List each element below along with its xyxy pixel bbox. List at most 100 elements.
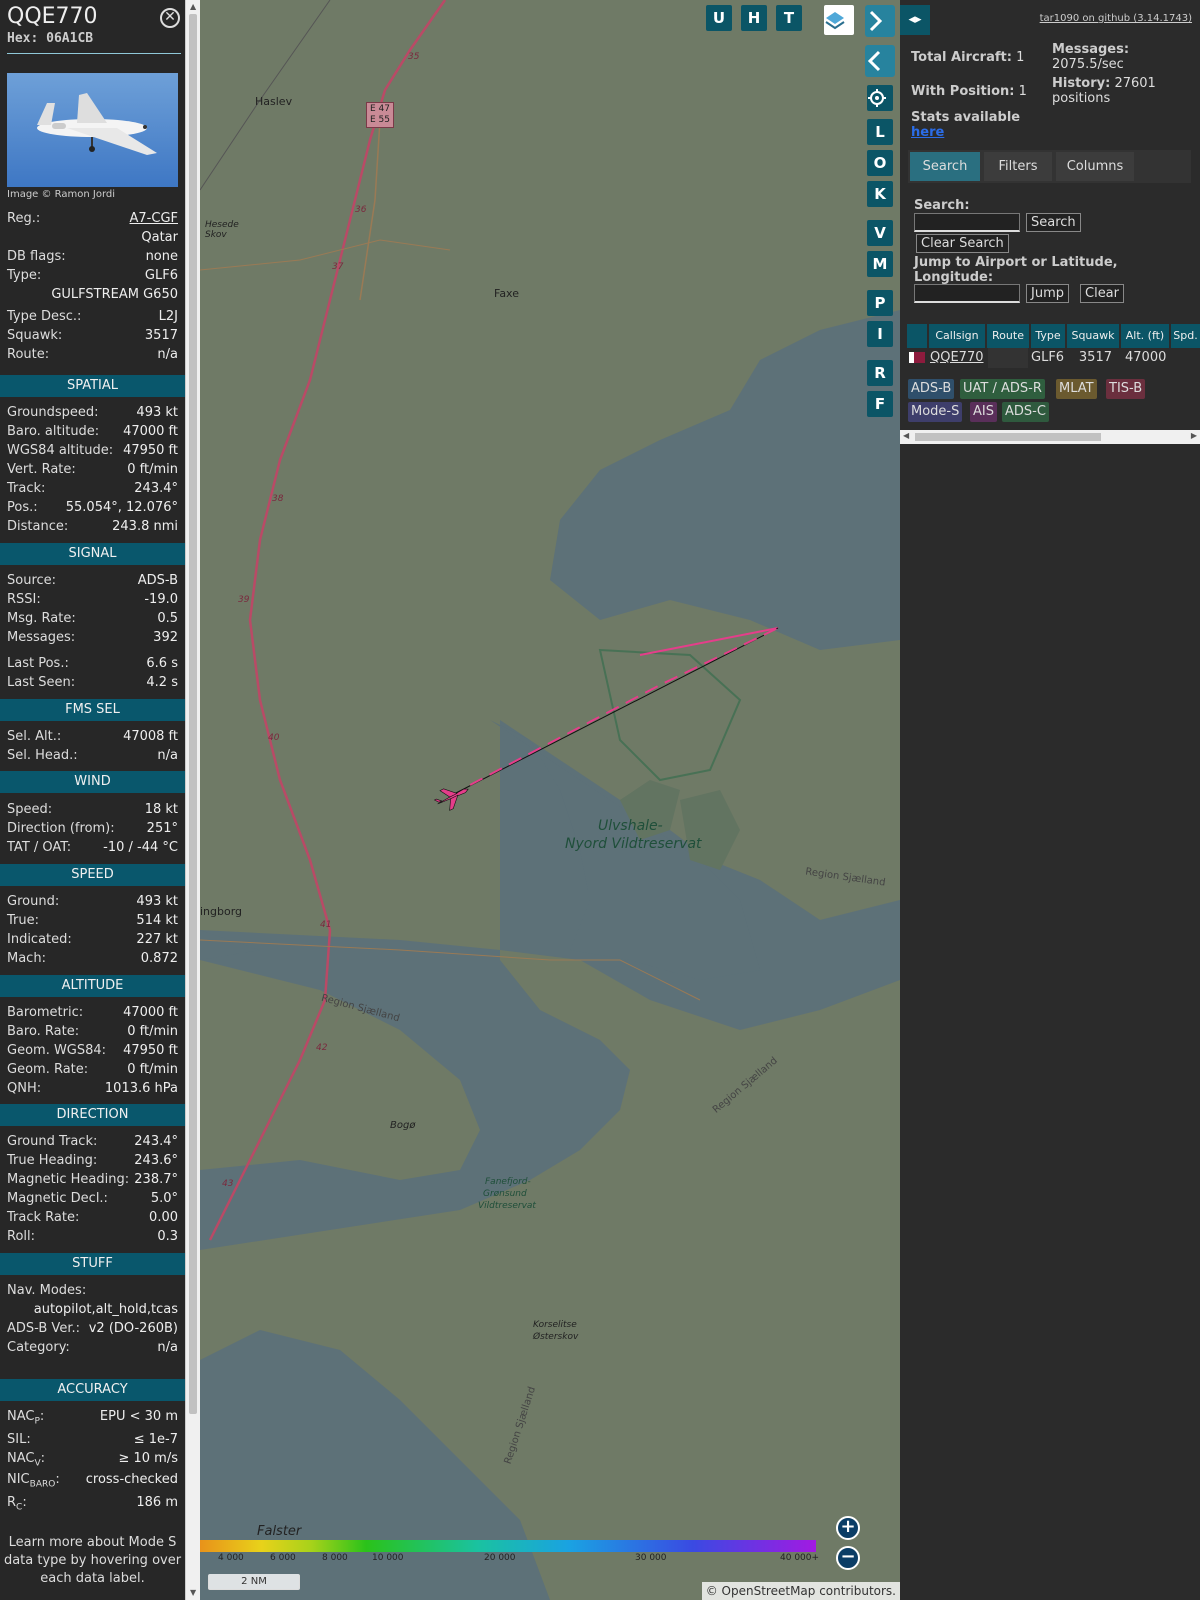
toggle-l-button[interactable]: L (867, 119, 893, 145)
legend-tisb: TIS-B (1106, 379, 1146, 399)
scroll-left-icon[interactable]: ◀ (903, 431, 909, 440)
detail-value: GULFSTREAM G650 (51, 287, 178, 302)
detail-value: none (145, 249, 178, 264)
toggle-p-button[interactable]: P (867, 290, 893, 316)
table-row-flag[interactable] (909, 348, 927, 368)
column-header-speed[interactable]: Spd. (1171, 324, 1200, 348)
scroll-up-icon[interactable]: ▲ (190, 2, 196, 11)
row-label: Geom. Rate: (7, 1062, 89, 1077)
table-horizontal-scrollbar[interactable]: ◀ ▶ (900, 430, 1200, 444)
row-value: 18 kt (144, 802, 178, 817)
row-label: Indicated: (7, 932, 72, 947)
scale-bar: 2 NM (208, 1574, 300, 1590)
signal-row: Last Seen: 4.2 s (7, 675, 178, 693)
info-panel-scrollbar[interactable]: ▲ ▼ (185, 0, 200, 1600)
altitude-row: Geom. WGS84: 47950 ft (7, 1043, 178, 1061)
search-label: Search: (914, 198, 970, 213)
divider (7, 53, 181, 54)
map-label-fanefjord: Fanefjord- (485, 1177, 531, 1187)
messages-stat: Messages: (1052, 42, 1130, 57)
jump-input[interactable] (914, 284, 1020, 303)
scrollbar-thumb[interactable] (915, 433, 1101, 441)
row-label: Mach: (7, 951, 46, 966)
row-label: Source: (7, 573, 57, 588)
row-value: 55.054°, 12.076° (65, 500, 178, 515)
direction-row: Magnetic Heading: 238.7° (7, 1172, 178, 1190)
scroll-down-icon[interactable]: ▼ (190, 1588, 196, 1597)
aircraft-marker[interactable] (432, 779, 473, 814)
registration-link[interactable]: A7-CGF (130, 211, 178, 226)
zoom-out-button[interactable]: − (836, 1546, 860, 1570)
row-value: 47000 ft (123, 424, 178, 439)
stuff-category: Category: n/a (7, 1340, 178, 1358)
layers-icon (825, 12, 845, 30)
row-value: 251° (146, 821, 178, 836)
column-header-type[interactable]: Type (1031, 324, 1065, 348)
toggle-k-button[interactable]: K (867, 181, 893, 207)
tab-filters[interactable]: Filters (984, 152, 1052, 181)
close-icon[interactable]: ✕ (160, 8, 180, 28)
column-header-altitude[interactable]: Alt. (ft) (1121, 324, 1169, 348)
jump-button[interactable]: Jump (1026, 284, 1069, 303)
spatial-row: Vert. Rate: 0 ft/min (7, 462, 178, 480)
signal-row: Messages: 392 (7, 630, 178, 648)
zoom-in-button[interactable]: + (836, 1516, 860, 1540)
sidebar-toggle-button[interactable]: ◂▸ (900, 5, 930, 35)
altitude-row: Barometric: 47000 ft (7, 1005, 178, 1023)
map-view[interactable]: Haslev Faxe Hesede Skov E 47 E 55 Ulvshal… (200, 0, 900, 1600)
table-row-route (988, 348, 1028, 368)
expand-button[interactable] (865, 5, 895, 37)
search-button[interactable]: Search (1026, 213, 1081, 232)
settings-button[interactable] (867, 85, 893, 111)
row-value: v2 (DO-260B) (88, 1321, 178, 1336)
qatar-flag-icon (909, 352, 925, 363)
road-number-label: 36 (355, 205, 367, 215)
search-input[interactable] (914, 213, 1020, 232)
photo-credit: Image © Ramon Jordi (7, 189, 116, 200)
toggle-o-button[interactable]: O (867, 150, 893, 176)
scroll-right-icon[interactable]: ▶ (1191, 431, 1197, 440)
column-header-flag[interactable] (907, 324, 927, 348)
altitude-row: Baro. Rate: 0 ft/min (7, 1024, 178, 1042)
toggle-i-button[interactable]: I (867, 321, 893, 347)
aircraft-photo[interactable] (7, 73, 178, 187)
scrollbar-thumb[interactable] (189, 14, 197, 1414)
map-attribution[interactable]: © OpenStreetMap contributors. (701, 1582, 900, 1600)
row-label: Pos.: (7, 500, 38, 515)
detail-value: L2J (158, 309, 178, 324)
row-label: SIL: (7, 1432, 31, 1447)
clear-search-button[interactable]: Clear Search (916, 234, 1009, 253)
collapse-button[interactable] (865, 45, 895, 77)
row-label: Direction (from): (7, 821, 115, 836)
tab-search[interactable]: Search (910, 152, 980, 181)
github-link[interactable]: tar1090 on github (3.14.1743) (1040, 13, 1192, 24)
road-number-label: 37 (332, 262, 344, 272)
row-value: ≤ 1e-7 (133, 1432, 178, 1447)
clear-button[interactable]: Clear (1080, 284, 1124, 303)
toggle-r-button[interactable]: R (867, 360, 893, 386)
toggle-f-button[interactable]: F (867, 391, 893, 417)
accuracy-nacv: NACV: ≥ 10 m/s (7, 1451, 178, 1469)
table-row-callsign[interactable]: QQE770 (930, 348, 984, 368)
layers-button[interactable] (824, 5, 854, 35)
toggle-t-button[interactable]: T (776, 5, 802, 31)
panel-tabs: Search Filters Columns (908, 150, 1191, 183)
column-header-squawk[interactable]: Squawk (1067, 324, 1119, 348)
column-header-route[interactable]: Route (987, 324, 1029, 348)
row-label: Msg. Rate: (7, 611, 76, 626)
stuff-adsb: ADS-B Ver.: v2 (DO-260B) (7, 1321, 178, 1339)
tab-columns[interactable]: Columns (1056, 152, 1134, 181)
spatial-row: Baro. altitude: 47000 ft (7, 424, 178, 442)
toggle-m-button[interactable]: M (867, 251, 893, 277)
wind-row: TAT / OAT: -10 / -44 °C (7, 840, 178, 858)
row-value: 493 kt (136, 405, 178, 420)
row-value: 4.2 s (146, 675, 178, 690)
altitude-scale-labels: 4 000 6 000 8 000 10 000 20 000 30 000 4… (200, 1553, 820, 1565)
toggle-h-button[interactable]: H (741, 5, 767, 31)
direction-row: Roll: 0.3 (7, 1229, 178, 1247)
toggle-u-button[interactable]: U (706, 5, 732, 31)
stats-link[interactable]: here (911, 125, 944, 140)
row-label: Nav. Modes: (7, 1283, 87, 1298)
column-header-callsign[interactable]: Callsign (929, 324, 985, 348)
toggle-v-button[interactable]: V (867, 220, 893, 246)
